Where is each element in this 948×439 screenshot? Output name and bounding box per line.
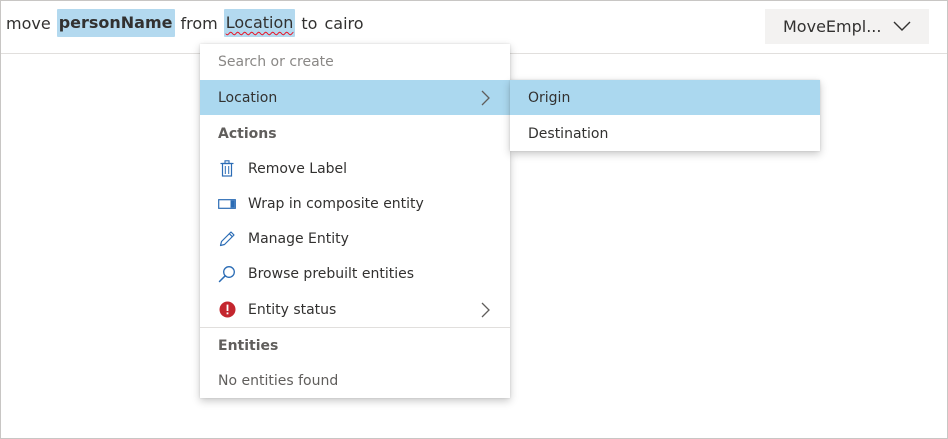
entity-label-personname[interactable]: personName <box>56 9 175 37</box>
menu-item-label: Destination <box>528 125 609 142</box>
actions-header: Actions <box>218 125 277 142</box>
menu-item-label: Manage Entity <box>248 230 349 247</box>
entity-status-button[interactable]: Entity status <box>200 292 510 327</box>
search-or-create-input[interactable]: Search or create <box>200 44 510 80</box>
intent-dropdown[interactable]: MoveEmpl... <box>765 9 929 44</box>
utterance-token[interactable]: to <box>300 14 318 33</box>
search-icon <box>218 265 236 283</box>
intent-dropdown-value: MoveEmpl... <box>783 17 882 36</box>
no-entities-message: No entities found <box>218 372 339 389</box>
utterance-token[interactable]: move <box>5 14 52 33</box>
wrap-composite-entity-button[interactable]: Wrap in composite entity <box>200 186 510 221</box>
utterance-text: move personName from Location to cairo <box>5 8 365 38</box>
chevron-right-icon <box>481 90 490 106</box>
utterance-token[interactable]: from <box>180 14 219 33</box>
chevron-right-icon <box>481 302 490 318</box>
menu-item-label: Entity status <box>248 301 337 318</box>
menu-item-label: Origin <box>528 89 571 106</box>
pencil-icon <box>218 230 236 248</box>
submenu-item-origin[interactable]: Origin <box>510 80 820 115</box>
manage-entity-button[interactable]: Manage Entity <box>200 221 510 256</box>
menu-item-label: Wrap in composite entity <box>248 195 424 212</box>
composite-entity-icon <box>218 195 236 213</box>
entities-header: Entities <box>218 337 279 354</box>
entity-context-menu: Search or create Location Actions Remove… <box>200 44 510 398</box>
menu-item-label: Location <box>218 89 278 106</box>
menu-item-label: Browse prebuilt entities <box>248 265 415 282</box>
browse-prebuilt-entities-button[interactable]: Browse prebuilt entities <box>200 256 510 291</box>
error-status-icon <box>218 301 236 319</box>
chevron-down-icon <box>893 21 911 31</box>
menu-item-label: Remove Label <box>248 160 348 177</box>
utterance-token[interactable]: cairo <box>323 14 364 33</box>
trash-icon <box>218 160 236 178</box>
entity-label-location[interactable]: Location <box>223 9 296 37</box>
menu-item-selected-entity[interactable]: Location <box>200 80 510 115</box>
entity-role-submenu: Origin Destination <box>510 80 820 151</box>
submenu-item-destination[interactable]: Destination <box>510 116 820 151</box>
remove-label-button[interactable]: Remove Label <box>200 151 510 186</box>
